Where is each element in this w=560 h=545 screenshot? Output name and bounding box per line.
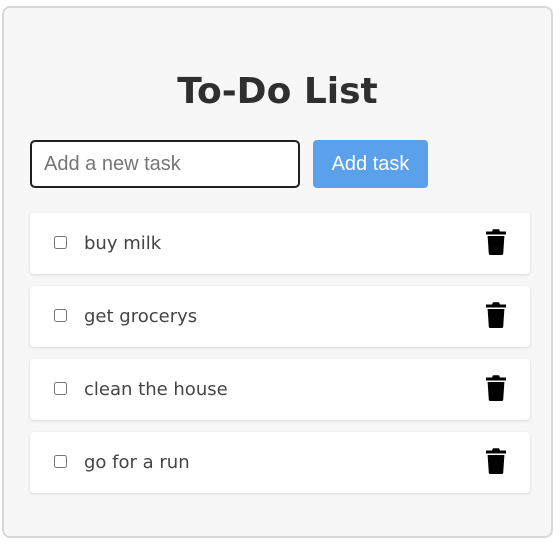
trash-icon [486,229,506,255]
task-label: buy milk [84,233,162,254]
delete-task-button[interactable] [484,447,508,475]
page-title: To-Do List [177,71,378,112]
delete-task-button[interactable] [484,301,508,329]
task-label: go for a run [84,452,190,473]
task-list: buy milk get grocerys clean the house go… [30,213,530,505]
task-item: buy milk [30,213,530,274]
task-checkbox[interactable] [54,236,67,249]
task-checkbox[interactable] [54,455,67,468]
task-label: clean the house [84,379,228,400]
trash-icon [486,302,506,328]
new-task-form: Add task [30,140,430,188]
delete-task-button[interactable] [484,228,508,256]
delete-task-button[interactable] [484,374,508,402]
task-item: go for a run [30,432,530,493]
task-checkbox[interactable] [54,382,67,395]
task-item: clean the house [30,359,530,420]
task-item: get grocerys [30,286,530,347]
task-label: get grocerys [84,306,198,327]
trash-icon [486,448,506,474]
new-task-input[interactable] [30,140,300,188]
todo-app: To-Do List Add task buy milk get grocery… [2,6,553,538]
add-task-button[interactable]: Add task [313,140,428,188]
task-checkbox[interactable] [54,309,67,322]
trash-icon [486,375,506,401]
